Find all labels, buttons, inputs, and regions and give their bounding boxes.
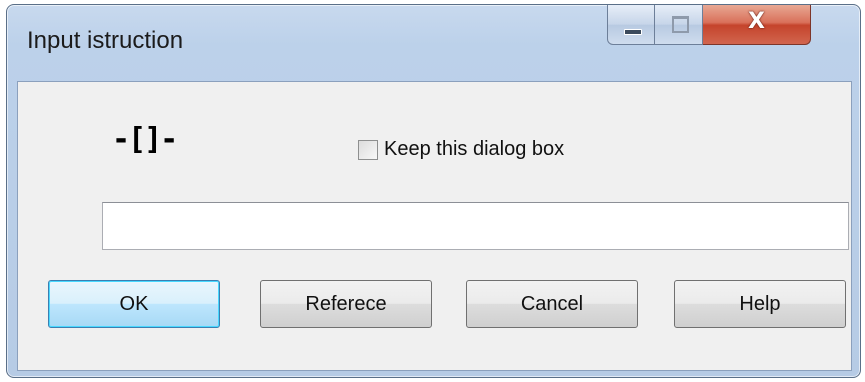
keep-dialog-option[interactable]: Keep this dialog box [358,138,564,161]
minimize-button[interactable] [607,5,655,45]
close-button[interactable]: X [703,5,811,45]
button-row: OK Referece Cancel Help [18,280,851,330]
instruction-input[interactable] [102,202,849,250]
keep-dialog-label: Keep this dialog box [384,138,565,160]
maximize-button[interactable] [655,5,703,45]
cancel-button[interactable]: Cancel [466,280,638,328]
minimize-icon [624,29,642,35]
close-icon: X [748,9,765,34]
help-button[interactable]: Help [674,280,846,328]
ok-button[interactable]: OK [48,280,220,328]
window-title: Input istruction [27,27,184,54]
keep-dialog-checkbox[interactable] [358,139,378,160]
caption-buttons: X [607,5,811,47]
maximize-icon [672,16,689,33]
title-bar[interactable]: Input istruction X [7,5,860,81]
ladder-instruction-icon: -[]- [112,122,178,157]
reference-button[interactable]: Referece [260,280,432,328]
input-instruction-dialog: Input istruction X -[]- Keep this dialog… [6,4,861,378]
dialog-body: -[]- Keep this dialog box OK Referece Ca… [17,81,852,371]
